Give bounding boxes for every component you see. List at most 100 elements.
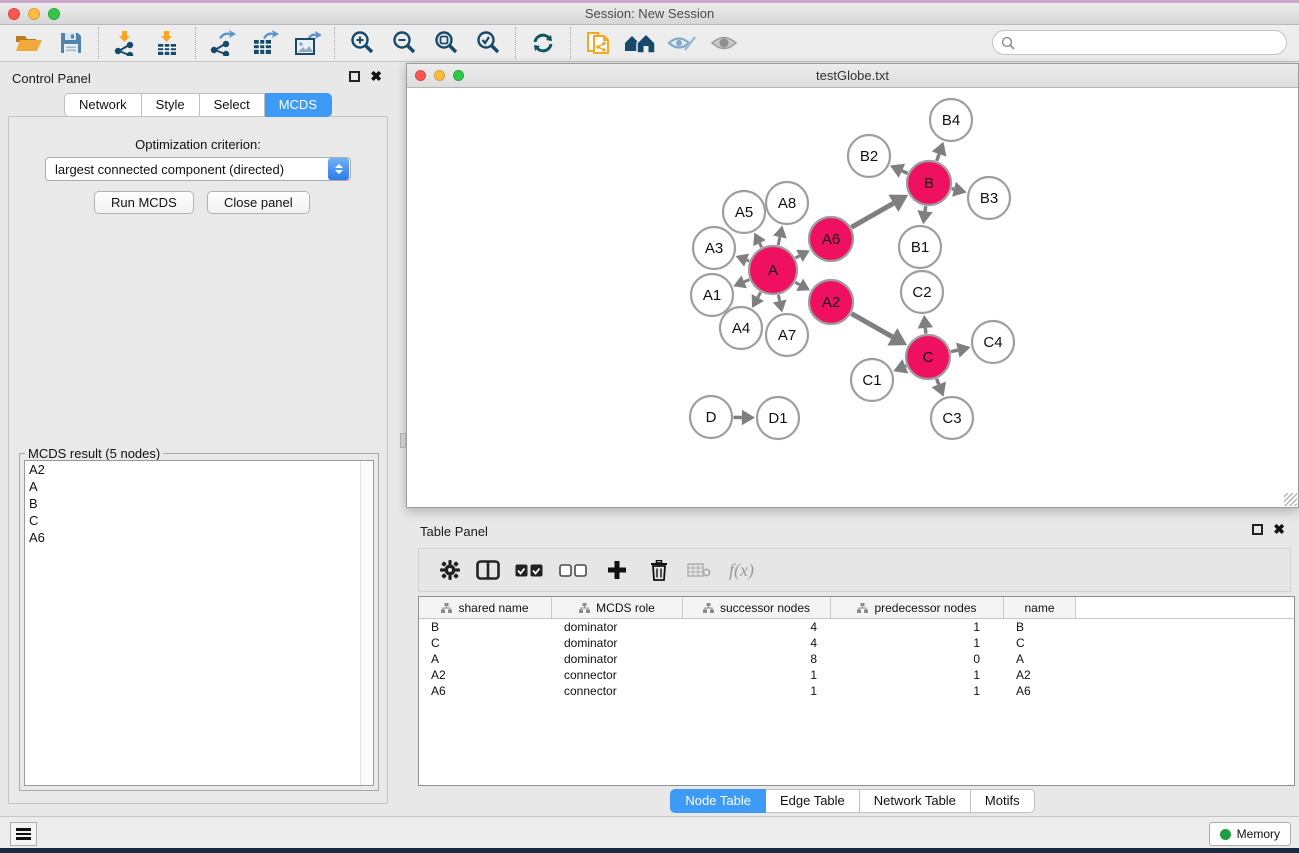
table-cell[interactable]: 1 <box>683 667 831 683</box>
table-cell[interactable]: A6 <box>1004 683 1076 699</box>
delete-table-button[interactable] <box>679 550 719 590</box>
splitter-handle[interactable] <box>400 433 406 448</box>
graph-edge-B-B3[interactable] <box>952 189 954 190</box>
table-cell[interactable]: A2 <box>419 667 552 683</box>
table-cell[interactable]: B <box>1004 619 1076 635</box>
zoom-out-button[interactable] <box>383 26 425 60</box>
graph-edge-C-C2[interactable] <box>925 328 926 334</box>
export-table-button[interactable] <box>244 26 286 60</box>
tab-node-table[interactable]: Node Table <box>670 789 766 813</box>
import-table-button[interactable] <box>147 26 189 60</box>
close-panel-icon[interactable]: ✖ <box>370 71 382 82</box>
table-cell[interactable]: dominator <box>552 619 683 635</box>
criterion-dropdown[interactable]: largest connected component (directed) <box>45 157 351 181</box>
scrollbar-track[interactable] <box>360 461 373 785</box>
tab-network-table[interactable]: Network Table <box>860 789 971 813</box>
search-input[interactable] <box>1020 35 1286 50</box>
table-cell[interactable]: C <box>1004 635 1076 651</box>
network-graph[interactable]: B4B2BB3A5A8A6B1A3AA1C2A2A4A7CC4C1C3DD1 <box>407 88 1298 507</box>
mcds-result-list[interactable]: A2ABCA6 <box>24 460 374 786</box>
graph-edge-A-A4[interactable] <box>758 292 761 297</box>
mcds-result-item[interactable]: A <box>25 478 373 495</box>
hide-graphics-details-button[interactable] <box>661 26 703 60</box>
zoom-fit-button[interactable] <box>425 26 467 60</box>
run-mcds-button[interactable]: Run MCDS <box>94 191 194 214</box>
table-cell[interactable]: 1 <box>831 667 1004 683</box>
table-settings-button[interactable] <box>431 550 469 590</box>
table-cell[interactable]: connector <box>552 667 683 683</box>
table-cell[interactable]: A6 <box>419 683 552 699</box>
graph-edge-C-C4[interactable] <box>951 350 958 352</box>
mcds-result-item[interactable]: A6 <box>25 529 373 546</box>
resize-grip[interactable] <box>1284 493 1297 506</box>
graph-edge-A6-B[interactable] <box>851 203 893 227</box>
table-row-B[interactable]: Bdominator41B <box>419 619 1294 635</box>
column-header-name[interactable]: name <box>1004 597 1076 619</box>
deselect-all-checkboxes-button[interactable] <box>551 550 595 590</box>
delete-column-button[interactable] <box>639 550 679 590</box>
table-row-C[interactable]: Cdominator41C <box>419 635 1294 651</box>
memory-button[interactable]: Memory <box>1209 822 1291 846</box>
zoom-selected-button[interactable] <box>467 26 509 60</box>
save-session-button[interactable] <box>50 26 92 60</box>
function-builder-button[interactable]: f(x) <box>719 560 754 581</box>
float-panel-icon[interactable] <box>1252 524 1263 535</box>
column-header-shared-name[interactable]: shared name <box>419 597 552 619</box>
table-cell[interactable]: dominator <box>552 651 683 667</box>
mcds-result-item[interactable]: B <box>25 495 373 512</box>
tab-style[interactable]: Style <box>142 93 200 117</box>
split-columns-button[interactable] <box>469 550 507 590</box>
show-graphics-details-button[interactable] <box>703 26 745 60</box>
graph-edge-B-B4[interactable] <box>937 154 939 161</box>
close-panel-icon[interactable]: ✖ <box>1273 524 1285 535</box>
node-table[interactable]: shared nameMCDS rolesuccessor nodesprede… <box>418 596 1295 786</box>
table-cell[interactable]: 8 <box>683 651 831 667</box>
mcds-result-item[interactable]: A2 <box>25 461 373 478</box>
graph-edge-A-A3[interactable] <box>747 260 750 261</box>
close-panel-button[interactable]: Close panel <box>207 191 310 214</box>
open-session-button[interactable] <box>8 26 50 60</box>
network-canvas[interactable]: B4B2BB3A5A8A6B1A3AA1C2A2A4A7CC4C1C3DD1 <box>407 88 1298 507</box>
tab-network[interactable]: Network <box>64 93 142 117</box>
tab-edge-table[interactable]: Edge Table <box>766 789 860 813</box>
table-row-A[interactable]: Adominator80A <box>419 651 1294 667</box>
mcds-result-item[interactable]: C <box>25 512 373 529</box>
table-cell[interactable]: A2 <box>1004 667 1076 683</box>
graph-edge-C-C3[interactable] <box>937 379 939 385</box>
table-cell[interactable]: 4 <box>683 635 831 651</box>
export-image-button[interactable] <box>286 26 328 60</box>
graph-edge-B-B1[interactable] <box>925 206 926 211</box>
column-header-successor-nodes[interactable]: successor nodes <box>683 597 831 619</box>
graph-edge-A-A6[interactable] <box>795 256 799 258</box>
table-cell[interactable]: 1 <box>831 635 1004 651</box>
refresh-view-button[interactable] <box>522 26 564 60</box>
home-button[interactable] <box>619 26 661 60</box>
column-header-predecessor-nodes[interactable]: predecessor nodes <box>831 597 1004 619</box>
select-all-checkboxes-button[interactable] <box>507 550 551 590</box>
table-row-A2[interactable]: A2connector11A2 <box>419 667 1294 683</box>
clone-network-button[interactable] <box>577 26 619 60</box>
table-cell[interactable]: A <box>419 651 552 667</box>
search-field[interactable] <box>992 30 1287 55</box>
table-cell[interactable]: 1 <box>831 683 1004 699</box>
table-cell[interactable]: connector <box>552 683 683 699</box>
graph-edge-A-A1[interactable] <box>744 280 749 282</box>
zoom-in-button[interactable] <box>341 26 383 60</box>
tab-mcds[interactable]: MCDS <box>265 93 332 117</box>
column-header-MCDS-role[interactable]: MCDS role <box>552 597 683 619</box>
tab-motifs[interactable]: Motifs <box>971 789 1035 813</box>
graph-edge-B-B2[interactable] <box>902 171 908 174</box>
graph-edge-A-A7[interactable] <box>778 295 779 301</box>
import-network-button[interactable] <box>105 26 147 60</box>
table-cell[interactable]: 4 <box>683 619 831 635</box>
add-column-button[interactable] <box>595 550 639 590</box>
table-row-A6[interactable]: A6connector11A6 <box>419 683 1294 699</box>
graph-edge-A-A2[interactable] <box>795 282 799 284</box>
float-panel-icon[interactable] <box>349 71 360 82</box>
tab-select[interactable]: Select <box>200 93 265 117</box>
graph-edge-A-A5[interactable] <box>760 243 762 247</box>
table-cell[interactable]: C <box>419 635 552 651</box>
table-cell[interactable]: dominator <box>552 635 683 651</box>
export-network-button[interactable] <box>202 26 244 60</box>
table-cell[interactable]: 1 <box>683 683 831 699</box>
